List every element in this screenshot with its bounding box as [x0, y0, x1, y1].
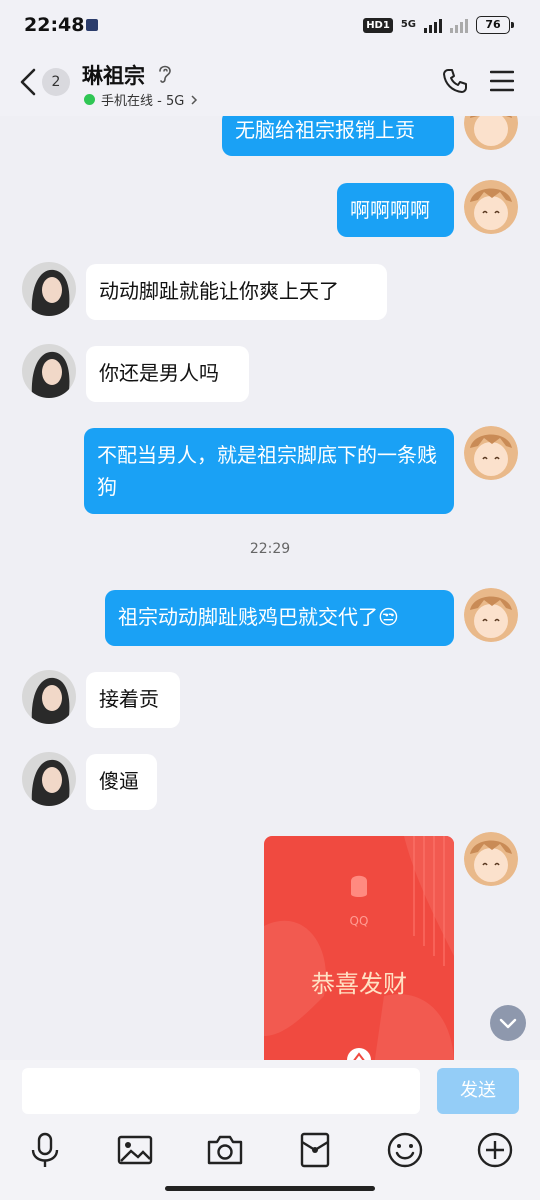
hd-badge: HD1 — [363, 17, 393, 33]
notification-icon — [86, 19, 98, 31]
message-timestamp: 22:29 — [249, 541, 291, 557]
message-list[interactable]: 无脑给祖宗报销上贡 啊啊啊啊 动动脚趾就能让你爽上天了 你还是男人吗 不配当男人… — [0, 116, 540, 1060]
message-bubble[interactable]: 祖宗动动脚趾贱鸡巴就交代了😒 — [105, 590, 454, 646]
online-dot-icon — [84, 94, 95, 105]
contact-avatar[interactable] — [22, 670, 76, 724]
red-packet-label: 恭喜发财 — [311, 970, 407, 998]
status-time: 22:48 — [24, 14, 85, 36]
my-avatar[interactable] — [464, 832, 518, 886]
my-avatar[interactable] — [464, 116, 518, 150]
home-indicator[interactable] — [165, 1186, 375, 1191]
message-bubble[interactable]: 傻逼 — [86, 754, 157, 810]
my-avatar[interactable] — [464, 426, 518, 480]
red-packet-pattern — [264, 836, 454, 1060]
red-packet-card[interactable]: QQ 恭喜发财 — [264, 836, 454, 1060]
status-indicators: HD1 5G 76 — [363, 16, 514, 34]
chat-title[interactable]: 琳祖宗 — [82, 60, 145, 90]
microphone-icon[interactable] — [25, 1130, 65, 1170]
contact-avatar[interactable] — [22, 752, 76, 806]
composer-toolbar — [0, 1130, 540, 1174]
message-bubble[interactable]: 不配当男人，就是祖宗脚底下的一条贱狗 — [84, 428, 454, 514]
signal-icon — [424, 17, 442, 33]
image-icon[interactable] — [115, 1130, 155, 1170]
scroll-to-bottom-button[interactable] — [490, 1005, 526, 1041]
battery-icon: 76 — [476, 16, 514, 34]
message-bubble[interactable]: 无脑给祖宗报销上贡 — [222, 116, 454, 156]
phone-icon[interactable] — [441, 67, 469, 95]
contact-avatar[interactable] — [22, 262, 76, 316]
chevron-down-icon — [499, 1018, 517, 1029]
message-bubble[interactable]: 你还是男人吗 — [86, 346, 249, 402]
send-button[interactable]: 发送 — [437, 1068, 519, 1114]
message-bubble[interactable]: 啊啊啊啊 — [337, 183, 454, 237]
camera-icon[interactable] — [205, 1130, 245, 1170]
chevron-right-icon — [191, 94, 198, 105]
signal-secondary-icon — [450, 17, 468, 33]
plus-icon[interactable] — [475, 1130, 515, 1170]
status-bar: 22:48 HD1 5G 76 — [0, 0, 540, 54]
message-bubble[interactable]: 接着贡 — [86, 672, 180, 728]
menu-icon[interactable] — [490, 69, 514, 93]
contact-avatar[interactable] — [22, 344, 76, 398]
message-bubble[interactable]: 动动脚趾就能让你爽上天了 — [86, 264, 387, 320]
network-label: 5G — [400, 19, 416, 30]
message-input[interactable] — [22, 1068, 420, 1114]
red-packet-icon[interactable] — [295, 1130, 335, 1170]
back-icon[interactable] — [18, 66, 40, 98]
ear-icon — [159, 65, 171, 83]
online-status-text: 手机在线 - 5G — [101, 94, 185, 109]
red-packet-brand: QQ — [349, 914, 369, 928]
emoji-icon[interactable] — [385, 1130, 425, 1170]
unread-badge[interactable]: 2 — [42, 68, 70, 96]
online-status[interactable]: 手机在线 - 5G — [84, 90, 198, 109]
my-avatar[interactable] — [464, 588, 518, 642]
my-avatar[interactable] — [464, 180, 518, 234]
composer: 发送 — [0, 1060, 540, 1200]
chat-header: 2 琳祖宗 手机在线 - 5G — [0, 54, 540, 116]
